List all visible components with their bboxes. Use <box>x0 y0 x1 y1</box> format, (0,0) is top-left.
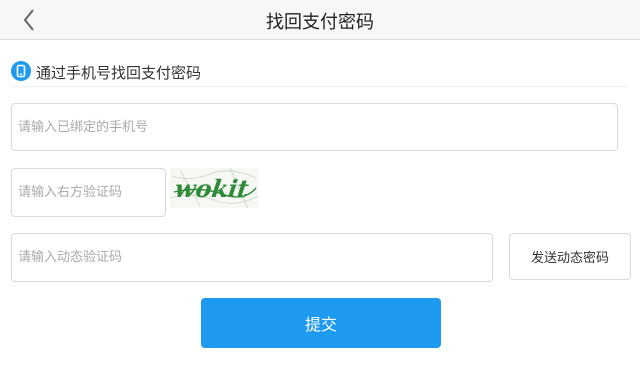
top-bar: 找回支付密码 <box>0 0 640 40</box>
phone-input[interactable] <box>11 103 618 151</box>
captcha-image[interactable]: wokit <box>170 168 258 208</box>
sms-code-input[interactable] <box>11 233 493 282</box>
page-title: 找回支付密码 <box>266 12 374 33</box>
section-header: 通过手机号找回支付密码 <box>11 60 628 87</box>
section-title: 通过手机号找回支付密码 <box>36 64 202 82</box>
captcha-input[interactable] <box>11 168 166 217</box>
submit-button[interactable]: 提交 <box>201 298 441 348</box>
send-code-button[interactable]: 发送动态密码 <box>509 233 631 280</box>
captcha-text: wokit <box>173 174 251 203</box>
phone-icon <box>11 61 31 81</box>
